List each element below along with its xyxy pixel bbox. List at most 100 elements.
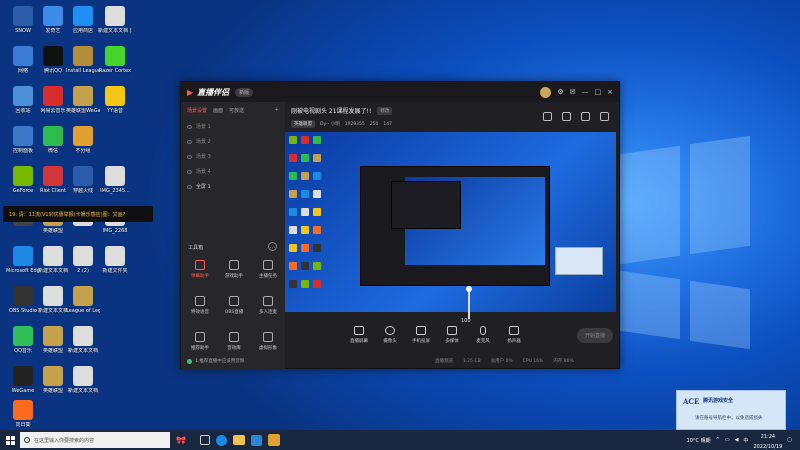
desktop-icon[interactable]: SNOW <box>6 4 40 44</box>
speaker-button[interactable]: 扬声器 <box>500 326 528 344</box>
tool-button[interactable]: 虚拟形象 <box>253 332 283 351</box>
desktop-icon[interactable]: 应用商店 <box>66 4 100 44</box>
ribbon-icon[interactable]: 🎀 <box>176 436 186 445</box>
ace-notification[interactable]: ACE 腾讯游戏安全 请在账号导航栏中，以免造成损失 <box>676 390 786 430</box>
cart-icon[interactable] <box>562 112 571 121</box>
desktop-icon[interactable]: 2 (2) <box>66 244 100 284</box>
desktop-icon[interactable]: 微信 <box>36 124 70 164</box>
tool-button[interactable]: OBS直播 <box>219 296 249 315</box>
eye-icon[interactable] <box>187 139 192 144</box>
settings-icon[interactable]: ⚙ <box>557 88 563 96</box>
user-avatar[interactable] <box>540 86 552 98</box>
desktop-icon[interactable]: 新建文本文档 (2) <box>98 4 132 44</box>
eye-icon[interactable] <box>187 184 192 189</box>
scene-item[interactable]: 场景 1 <box>181 119 285 134</box>
edit-title-button[interactable]: 修改 <box>377 106 393 115</box>
app-icon <box>13 46 33 66</box>
desktop-icon[interactable]: 控制面板 <box>6 124 40 164</box>
tool-button[interactable]: 推荐助手 <box>185 332 215 351</box>
scene-item[interactable]: 场景 3 <box>181 149 285 164</box>
system-tray: 10°C 晴朗 ^ ▭ ◀ 中 21:24 2022/10/19 ▢ <box>687 430 800 450</box>
desktop-icon[interactable]: 新建文件夹 <box>98 244 132 284</box>
desktop-icon[interactable]: OBS Studio <box>6 284 40 324</box>
desktop-icon[interactable]: League of Legends <box>66 284 100 324</box>
eye-icon[interactable] <box>187 154 192 159</box>
desktop-icon[interactable]: GeForce <box>6 164 40 204</box>
eye-icon[interactable] <box>187 124 192 129</box>
desktop-icon[interactable]: 回收站 <box>6 84 40 124</box>
desktop-icon[interactable]: 网络 <box>6 44 40 84</box>
tool-button[interactable]: 音效库 <box>219 332 249 351</box>
desktop-icon[interactable]: 穿越火线 <box>66 164 100 204</box>
preview-icon <box>301 172 309 180</box>
desktop-icon[interactable]: 英雄联盟 <box>36 364 70 404</box>
tool-button[interactable]: 多人连麦 <box>253 296 283 315</box>
start-button[interactable] <box>0 430 20 450</box>
windows-icon <box>5 435 15 445</box>
network-icon[interactable]: ▭ <box>725 437 730 443</box>
desktop-icon[interactable]: 不分组 <box>66 124 100 164</box>
tool-button[interactable]: 主播任务 <box>253 260 283 279</box>
app-icon <box>43 46 63 66</box>
tab-broadcast[interactable]: 可放送 <box>229 107 244 114</box>
version-badge[interactable]: 新版 <box>235 87 254 97</box>
toolbox-more-button[interactable]: … <box>268 242 277 251</box>
microphone-button[interactable]: 麦克风 <box>469 326 497 344</box>
message-icon[interactable]: ✉ <box>570 88 576 96</box>
camera-button[interactable]: 摄像头 <box>376 326 404 344</box>
store-taskbar-icon[interactable] <box>250 434 262 446</box>
desktop-icon[interactable]: YY语音 <box>98 84 132 124</box>
desktop-icon[interactable]: 新建文本文档 <box>36 244 70 284</box>
lock-icon[interactable] <box>581 112 590 121</box>
desktop-icon[interactable]: Riot Client <box>36 164 70 204</box>
input-lang[interactable]: 中 <box>743 437 748 444</box>
tab-picture[interactable]: 画面 <box>213 107 223 114</box>
tool-button[interactable]: 特效语音 <box>185 296 215 315</box>
minimize-button[interactable]: — <box>582 88 589 96</box>
notification-center-icon[interactable]: ▢ <box>787 437 792 443</box>
desktop-icon[interactable]: QQ音乐 <box>6 324 40 364</box>
desktop-icon[interactable]: 新建文本文档 <box>66 364 100 404</box>
desktop-icon[interactable]: Microsoft Edge <box>6 244 40 284</box>
scene-item-active[interactable]: 全屏 1 <box>181 179 285 194</box>
taskview-icon[interactable] <box>199 435 210 445</box>
weather-text[interactable]: 10°C 晴朗 <box>687 437 711 444</box>
scene-item[interactable]: 场景 4 <box>181 164 285 179</box>
scene-item[interactable]: 场景 2 <box>181 134 285 149</box>
desktop-icon[interactable]: Install League of... <box>66 44 100 84</box>
edge-taskbar-icon[interactable] <box>215 434 227 446</box>
desktop-icon[interactable]: Razer Cortex <box>98 44 132 84</box>
wallpaper-light-3 <box>620 270 680 340</box>
screen-source-button[interactable]: 直播屏幕 <box>345 326 373 344</box>
tool-button[interactable]: 弹幕助手 <box>185 260 215 279</box>
explorer-taskbar-icon[interactable] <box>232 435 245 445</box>
maximize-button[interactable]: □ <box>595 88 602 96</box>
phone-cast-button[interactable]: 手机投屏 <box>407 326 435 344</box>
desktop-icon[interactable]: 英雄联盟 <box>36 324 70 364</box>
live-companion-taskbar-icon[interactable] <box>267 434 280 446</box>
tray-chevron-icon[interactable]: ^ <box>716 437 720 443</box>
desktop-icon[interactable]: 英雄联盟WeGame版 <box>66 84 100 124</box>
start-live-button[interactable]: 开始直播 <box>576 327 613 343</box>
desktop-icon-label: 微信 <box>47 148 58 154</box>
desktop-icon[interactable]: 新建文本文档 <box>66 324 100 364</box>
tab-scenes[interactable]: 场景设置 <box>187 107 207 114</box>
eye-icon[interactable] <box>187 169 192 174</box>
zoom-slider[interactable] <box>466 286 472 319</box>
close-button[interactable]: × <box>607 88 613 96</box>
stream-preview[interactable] <box>285 132 616 312</box>
media-button[interactable]: 多媒体 <box>438 326 466 344</box>
category-tag[interactable]: 英雄联盟 <box>291 120 315 128</box>
volume-icon[interactable]: ◀ <box>735 437 739 443</box>
tool-button[interactable]: 游戏助手 <box>219 260 249 279</box>
desktop-icon[interactable]: 爱奇艺 <box>36 4 70 44</box>
desktop-icon[interactable]: 网易云音乐 <box>36 84 70 124</box>
search-box[interactable]: 在这里输入你要搜索的内容 <box>20 432 170 448</box>
desktop-icon[interactable]: 腾讯QQ <box>36 44 70 84</box>
add-icon[interactable]: + <box>275 107 279 114</box>
desktop-icon[interactable]: 新建文本文档 <box>36 284 70 324</box>
desktop-icon[interactable]: IMG_2345... <box>98 164 132 204</box>
gift-icon[interactable] <box>543 112 552 121</box>
share-icon[interactable] <box>600 112 609 121</box>
clock[interactable]: 21:24 2022/10/19 <box>753 430 782 450</box>
